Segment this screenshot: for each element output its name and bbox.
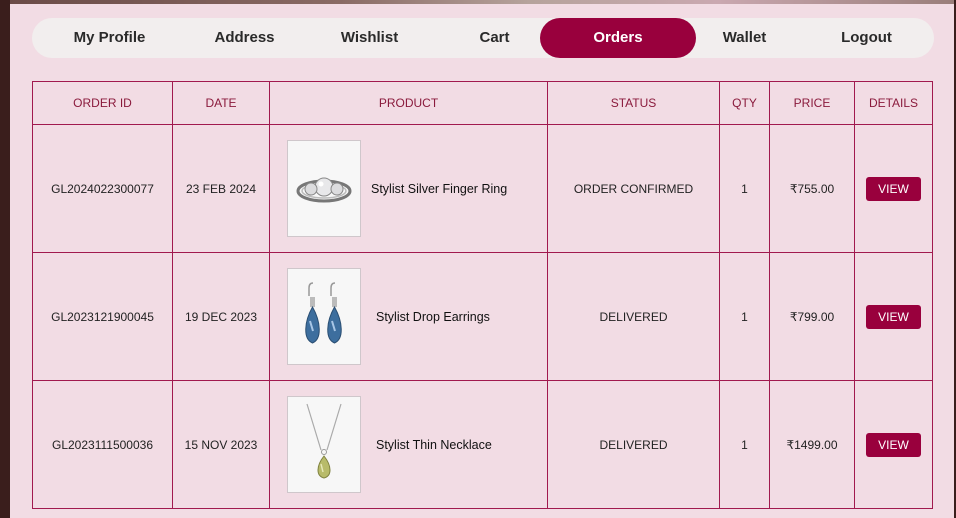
- header-product: PRODUCT: [269, 81, 548, 125]
- table-row: GL2024022300077 23 FEB 2024 Stylist Silv…: [32, 124, 933, 253]
- necklace-image[interactable]: [287, 396, 361, 493]
- tab-address[interactable]: Address: [182, 18, 307, 58]
- details-cell: VIEW: [854, 380, 933, 509]
- table-row: GL2023121900045 19 DEC 2023 Stylist Drop…: [32, 252, 933, 381]
- order-date: 19 DEC 2023: [172, 252, 270, 381]
- order-id: GL2023111500036: [32, 380, 173, 509]
- view-button[interactable]: VIEW: [866, 304, 921, 329]
- tab-wishlist[interactable]: Wishlist: [307, 18, 432, 58]
- order-price: ₹1499.00: [769, 380, 855, 509]
- order-qty: 1: [719, 252, 770, 381]
- header-status: STATUS: [547, 81, 720, 125]
- earrings-image[interactable]: [287, 268, 361, 365]
- details-cell: VIEW: [854, 124, 933, 253]
- tab-cart[interactable]: Cart: [432, 18, 557, 58]
- order-date: 15 NOV 2023: [172, 380, 270, 509]
- order-qty: 1: [719, 124, 770, 253]
- table-header-row: ORDER ID DATE PRODUCT STATUS QTY PRICE D…: [32, 81, 933, 125]
- product-name[interactable]: Stylist Thin Necklace: [376, 438, 492, 452]
- orders-table: ORDER ID DATE PRODUCT STATUS QTY PRICE D…: [32, 81, 933, 509]
- order-date: 23 FEB 2024: [172, 124, 270, 253]
- ring-image[interactable]: [287, 140, 361, 237]
- account-tabs: My Profile Address Wishlist Cart Orders …: [32, 18, 934, 58]
- order-price: ₹799.00: [769, 252, 855, 381]
- tab-wallet[interactable]: Wallet: [682, 18, 807, 58]
- header-price: PRICE: [769, 81, 855, 125]
- order-id: GL2023121900045: [32, 252, 173, 381]
- order-qty: 1: [719, 380, 770, 509]
- order-status: ORDER CONFIRMED: [547, 124, 720, 253]
- product-cell: Stylist Drop Earrings: [269, 252, 548, 381]
- product-name[interactable]: Stylist Silver Finger Ring: [371, 182, 507, 196]
- view-button[interactable]: VIEW: [866, 432, 921, 457]
- product-name[interactable]: Stylist Drop Earrings: [376, 310, 490, 324]
- order-status: DELIVERED: [547, 380, 720, 509]
- tab-my-profile[interactable]: My Profile: [52, 18, 167, 58]
- header-details: DETAILS: [854, 81, 933, 125]
- tab-logout[interactable]: Logout: [804, 18, 929, 58]
- order-price: ₹755.00: [769, 124, 855, 253]
- tab-orders[interactable]: Orders: [540, 18, 696, 58]
- product-cell: Stylist Silver Finger Ring: [269, 124, 548, 253]
- header-date: DATE: [172, 81, 270, 125]
- order-status: DELIVERED: [547, 252, 720, 381]
- table-row: GL2023111500036 15 NOV 2023 Stylist Thin…: [32, 380, 933, 509]
- order-id: GL2024022300077: [32, 124, 173, 253]
- header-order-id: ORDER ID: [32, 81, 173, 125]
- account-panel: My Profile Address Wishlist Cart Orders …: [10, 4, 954, 518]
- header-qty: QTY: [719, 81, 770, 125]
- details-cell: VIEW: [854, 252, 933, 381]
- view-button[interactable]: VIEW: [866, 176, 921, 201]
- product-cell: Stylist Thin Necklace: [269, 380, 548, 509]
